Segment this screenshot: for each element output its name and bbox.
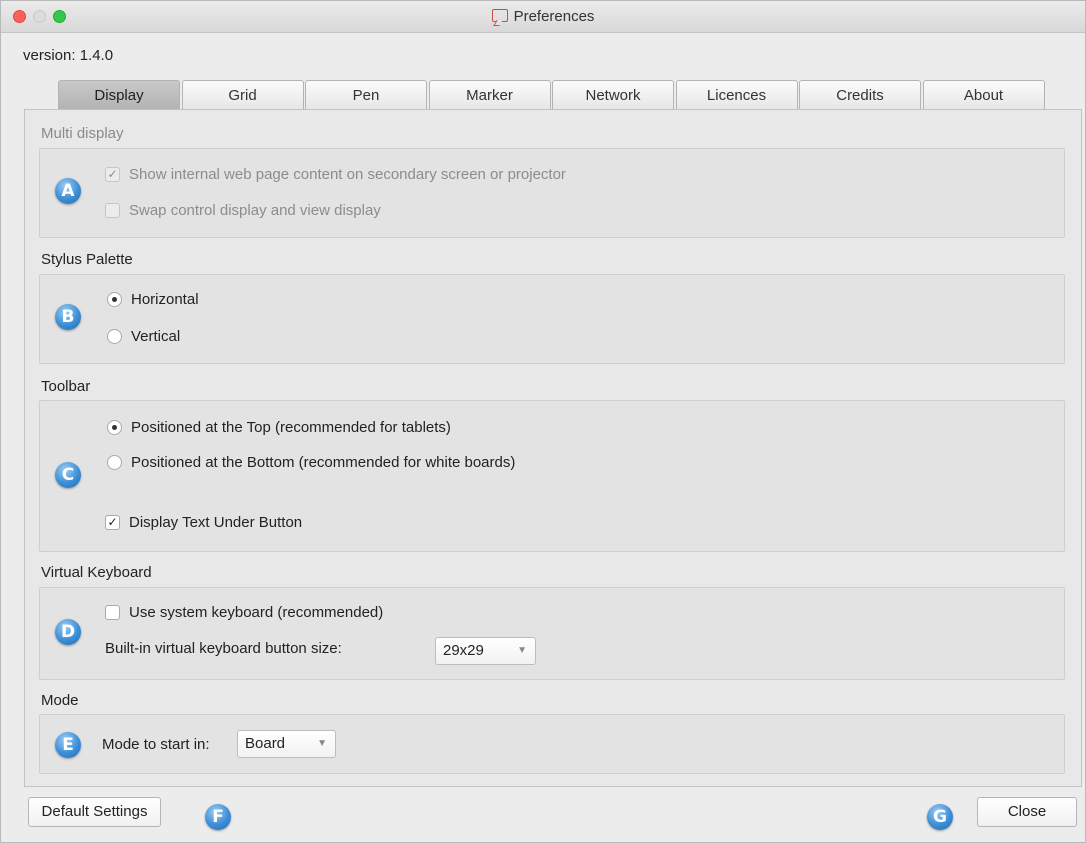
mode-start-value: Board (245, 735, 286, 752)
badge-g-icon: G (927, 804, 953, 830)
text-under-button-label: Display Text Under Button (129, 514, 303, 531)
multi-display-heading: Multi display (41, 125, 124, 142)
toolbar-top-label: Positioned at the Top (recommended for t… (131, 419, 451, 436)
toolbar-bottom-option[interactable]: Positioned at the Bottom (recommended fo… (107, 454, 515, 471)
badge-a-icon: A (55, 178, 81, 204)
window-title-group: Preferences (1, 8, 1085, 25)
stylus-horizontal-label: Horizontal (131, 291, 199, 308)
tab-licences[interactable]: Licences (675, 80, 798, 110)
toolbar-bottom-radio[interactable] (107, 455, 122, 470)
tab-grid[interactable]: Grid (181, 80, 304, 110)
show-internal-content-checkbox[interactable]: ✓ (105, 167, 120, 182)
text-under-button-checkbox[interactable]: ✓ (105, 515, 120, 530)
keyboard-size-value: 29x29 (443, 642, 484, 659)
mode-start-label: Mode to start in: (102, 736, 210, 753)
use-system-keyboard-option[interactable]: Use system keyboard (recommended) (105, 604, 383, 621)
close-button[interactable]: Close (977, 797, 1077, 827)
swap-display-option[interactable]: Swap control display and view display (105, 202, 381, 219)
tab-about[interactable]: About (922, 80, 1045, 110)
badge-d-icon: D (55, 619, 81, 645)
tab-network[interactable]: Network (552, 80, 674, 110)
stylus-vertical-radio[interactable] (107, 329, 122, 344)
use-system-keyboard-checkbox[interactable] (105, 605, 120, 620)
preferences-window: Preferences version: 1.4.0 Display Grid … (0, 0, 1086, 843)
tab-credits[interactable]: Credits (799, 80, 921, 110)
chevron-down-icon: ▼ (317, 738, 327, 749)
tab-display[interactable]: Display (58, 80, 180, 110)
show-internal-content-option[interactable]: ✓ Show internal web page content on seco… (105, 166, 566, 183)
badge-f-icon: F (205, 804, 231, 830)
swap-display-checkbox[interactable] (105, 203, 120, 218)
stylus-vertical-option[interactable]: Vertical (107, 328, 180, 345)
version-label: version: 1.4.0 (23, 47, 114, 64)
swap-display-label: Swap control display and view display (129, 202, 381, 219)
keyboard-size-label: Built-in virtual keyboard button size: (105, 640, 342, 657)
stylus-palette-heading: Stylus Palette (41, 251, 133, 268)
stylus-horizontal-option[interactable]: Horizontal (107, 291, 199, 308)
tab-bar: Display Grid Pen Marker Network Licences… (58, 80, 1046, 110)
show-internal-content-label: Show internal web page content on second… (129, 166, 566, 183)
stylus-horizontal-radio[interactable] (107, 292, 122, 307)
keyboard-size-select[interactable]: 29x29 ▼ (435, 637, 536, 665)
virtual-keyboard-group (39, 587, 1065, 680)
presentation-board-icon (491, 9, 508, 22)
toolbar-top-option[interactable]: Positioned at the Top (recommended for t… (107, 419, 451, 436)
text-under-button-option[interactable]: ✓ Display Text Under Button (105, 514, 302, 531)
window-title: Preferences (513, 8, 595, 25)
use-system-keyboard-label: Use system keyboard (recommended) (129, 604, 384, 621)
stylus-palette-group (39, 274, 1065, 364)
stylus-vertical-label: Vertical (131, 328, 181, 345)
chevron-down-icon: ▼ (517, 645, 527, 656)
toolbar-bottom-label: Positioned at the Bottom (recommended fo… (131, 454, 516, 471)
badge-c-icon: C (55, 462, 81, 488)
tab-marker[interactable]: Marker (428, 80, 551, 110)
badge-e-icon: E (55, 732, 81, 758)
toolbar-top-radio[interactable] (107, 420, 122, 435)
mode-start-select[interactable]: Board ▼ (237, 730, 336, 758)
tab-pen[interactable]: Pen (305, 80, 427, 110)
default-settings-button[interactable]: Default Settings (28, 797, 161, 827)
mode-heading: Mode (41, 692, 79, 709)
badge-b-icon: B (55, 304, 81, 330)
title-bar: Preferences (1, 1, 1085, 33)
virtual-keyboard-heading: Virtual Keyboard (41, 564, 152, 581)
toolbar-heading: Toolbar (41, 378, 91, 395)
multi-display-group (39, 148, 1065, 238)
